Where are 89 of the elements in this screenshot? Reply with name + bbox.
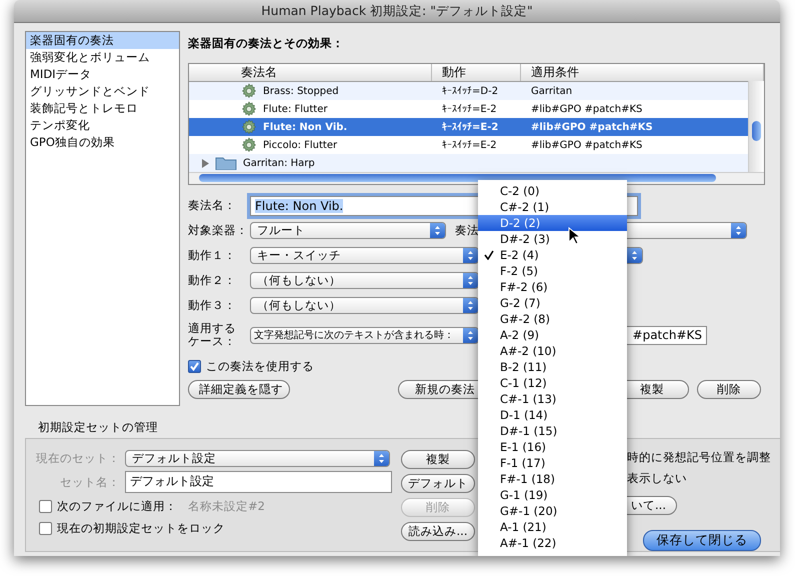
- menu-item[interactable]: F#-2 (6): [478, 279, 627, 295]
- table-cell: Flute: Flutter: [263, 104, 328, 114]
- field-label: 対象楽器：: [188, 224, 249, 237]
- table-cell-text: ｷｰｽｲｯﾁ=D-2: [441, 85, 500, 97]
- table-cell: Brass: Stopped: [263, 86, 339, 96]
- gear-icon: [241, 83, 257, 99]
- table-cell-text: #lib#GPO #patch#KS: [530, 140, 644, 150]
- scrollbar[interactable]: [189, 172, 764, 184]
- file-name: 名称未設定#2: [188, 498, 265, 514]
- field-label: 動作２：: [188, 274, 237, 287]
- gear-icon: [241, 101, 257, 117]
- field-label: ケース：: [188, 335, 237, 348]
- menu-item[interactable]: A-1 (21): [478, 519, 627, 535]
- condition-select[interactable]: 文字発想記号に次のテキストが含まれる時：: [250, 326, 479, 344]
- table-cell: Garritan: Harp: [243, 158, 315, 168]
- action-select[interactable]: （何もしない）: [250, 272, 479, 289]
- table-cell-text: ｷｰｽｲｯﾁ=E-2: [441, 121, 500, 133]
- sidebar-item[interactable]: 装飾記号とトレモロ: [26, 100, 179, 117]
- table-cell: Flute: Non Vib.: [263, 122, 348, 132]
- option-label: 時的に発想記号位置を調整: [627, 450, 771, 465]
- hide-details-button[interactable]: 詳細定義を隠す: [188, 380, 290, 398]
- menu-item[interactable]: D-1 (14): [478, 407, 627, 423]
- sidebar-item[interactable]: テンポ変化: [26, 117, 179, 134]
- sidebar-item[interactable]: MIDIデータ: [26, 66, 179, 83]
- menu-item[interactable]: E-1 (16): [478, 439, 627, 455]
- menu-item[interactable]: D#-1 (15): [478, 423, 627, 439]
- menu-item[interactable]: G-1 (19): [478, 487, 627, 503]
- menu-item[interactable]: F-2 (5): [478, 263, 627, 279]
- menu-item[interactable]: D-2 (2): [478, 215, 627, 231]
- menu-item[interactable]: D#-2 (3): [478, 231, 627, 247]
- pointer-icon: [568, 227, 580, 245]
- gear-icon: [241, 137, 257, 153]
- field-label: 現在のセット：: [35, 450, 121, 466]
- menu-item[interactable]: B-2 (11): [478, 359, 627, 375]
- column-header[interactable]: 動作: [432, 64, 521, 81]
- sidebar-item[interactable]: 強弱変化とボリューム: [26, 49, 179, 66]
- checkbox-label: この奏法を使用する: [206, 358, 314, 374]
- menu-item[interactable]: F#-1 (18): [478, 471, 627, 487]
- option-label: 表示しない: [627, 471, 687, 486]
- instrument-select[interactable]: フルート: [250, 222, 446, 239]
- table-cell: Piccolo: Flutter: [263, 140, 338, 150]
- menu-item[interactable]: G-2 (7): [478, 295, 627, 311]
- menu-item[interactable]: A#-1 (22): [478, 535, 627, 551]
- stepper-icon: [430, 223, 445, 238]
- field-label: 奏法: [455, 223, 479, 238]
- field-label: 奏法名：: [188, 199, 237, 212]
- menu-item[interactable]: A#-2 (10): [478, 343, 627, 359]
- preset-name-field[interactable]: デフォルト設定: [125, 471, 392, 493]
- table-cell-text: #lib#GPO #patch#KS: [530, 104, 644, 114]
- table-cell-text: ｷｰｽｲｯﾁ=E-2: [441, 139, 498, 151]
- menu-item[interactable]: F-1 (17): [478, 455, 627, 471]
- disclosure-triangle-icon[interactable]: [201, 158, 209, 168]
- checkbox[interactable]: [39, 522, 52, 534]
- table-cell-text: Garritan: [530, 86, 574, 96]
- delete-button[interactable]: 削除: [697, 380, 761, 398]
- folder-icon: [215, 156, 237, 170]
- checkmark-icon: [484, 250, 494, 260]
- table-cell-text: ｷｰｽｲｯﾁ=E-2: [441, 103, 498, 115]
- scrollbar[interactable]: [748, 81, 764, 173]
- preset-button[interactable]: 複製: [401, 450, 475, 469]
- action-select[interactable]: （何もしない）: [250, 297, 479, 314]
- field-label: 適用する: [188, 322, 237, 335]
- stepper-icon: [731, 223, 746, 238]
- preset-button[interactable]: 読み込み...: [401, 522, 475, 541]
- menu-item[interactable]: E-2 (4): [478, 247, 627, 263]
- column-header[interactable]: 奏法名: [189, 64, 432, 81]
- menu-item[interactable]: G#-1 (20): [478, 503, 627, 519]
- checkbox-label: 現在の初期設定セットをロック: [57, 520, 225, 536]
- sidebar-item[interactable]: GPO独自の効果: [26, 134, 179, 151]
- menu-item[interactable]: G#-2 (8): [478, 311, 627, 327]
- menu-item[interactable]: C#-2 (1): [478, 199, 627, 215]
- preset-select[interactable]: デフォルト設定: [125, 450, 390, 466]
- field-label: セット名：: [59, 474, 121, 490]
- window-title: Human Playback 初期設定: "デフォルト設定": [14, 0, 780, 23]
- field-label: 動作１：: [188, 249, 237, 262]
- checkbox[interactable]: [39, 500, 52, 512]
- stepper-icon: [374, 450, 389, 466]
- checkbox[interactable]: [188, 360, 201, 372]
- action-select[interactable]: キー・スイッチ: [250, 247, 479, 264]
- sidebar-item[interactable]: グリッサンドとベンド: [26, 83, 179, 100]
- section-heading: 楽器固有の奏法とその効果：: [188, 36, 345, 51]
- sidebar-item[interactable]: 楽器固有の奏法: [26, 32, 179, 49]
- gear-icon: [241, 119, 257, 135]
- save-close-button[interactable]: 保存して閉じる: [643, 530, 761, 551]
- checkbox-label: 次のファイルに適用：: [57, 498, 177, 514]
- preset-button[interactable]: デフォルト: [401, 474, 475, 493]
- group-title: 初期設定セットの管理: [38, 420, 158, 435]
- field-label: 動作３：: [188, 299, 237, 312]
- table-cell-text: #lib#GPO #patch#KS: [530, 122, 654, 132]
